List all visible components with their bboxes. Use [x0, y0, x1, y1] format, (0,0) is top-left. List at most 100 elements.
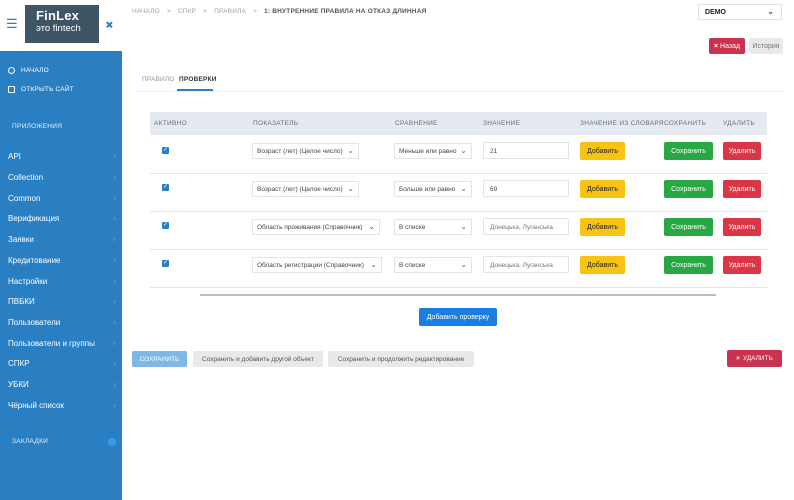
row-save-button[interactable]: Сохранить: [664, 142, 713, 160]
dict-add-button[interactable]: Добавить: [580, 256, 625, 274]
add-check-button[interactable]: Добавить проверку: [419, 308, 497, 326]
save-and-continue-button[interactable]: Сохранить и продолжить редактирование: [328, 351, 474, 367]
chevron-right-icon: ›: [113, 358, 116, 368]
tabs-divider: [136, 91, 784, 92]
breadcrumb-home[interactable]: НАЧАЛО: [132, 8, 160, 15]
sidebar-item-users-groups[interactable]: Пользователи и группы ›: [8, 338, 116, 348]
indicator-select[interactable]: Область регистрации (Справочник) ⌄: [252, 257, 382, 273]
sidebar-item-applications[interactable]: Заявки ›: [8, 234, 116, 244]
history-button[interactable]: История: [749, 38, 783, 54]
column-header-value: ЗНАЧЕНИЕ: [483, 120, 521, 127]
chevron-right-icon: ›: [113, 213, 116, 223]
chevron-right-icon: ›: [113, 276, 116, 286]
sidebar-section-apps: ПРИЛОЖЕНИЯ: [12, 123, 63, 130]
indicator-select-value: Возраст (лет) (Целое число): [257, 186, 343, 193]
save-and-add-button[interactable]: Сохранить и добавить другой объект: [193, 351, 323, 367]
row-save-button[interactable]: Сохранить: [664, 256, 713, 274]
indicator-select[interactable]: Возраст (лет) (Целое число) ⌄: [252, 143, 359, 159]
sidebar-item-label: Заявки: [8, 234, 34, 244]
tab-rule[interactable]: ПРАВИЛО: [142, 76, 175, 83]
value-input[interactable]: 69: [483, 180, 569, 197]
pin-icon[interactable]: ✚: [103, 19, 117, 33]
row-save-button[interactable]: Сохранить: [664, 180, 713, 198]
submit-save-button[interactable]: СОХРАНИТЬ: [132, 351, 187, 367]
row-delete-button[interactable]: Удалить: [723, 142, 761, 160]
sidebar-link-home[interactable]: НАЧАЛО: [8, 67, 49, 74]
environment-select[interactable]: DEMO ⌄: [698, 4, 782, 20]
comparison-select[interactable]: Меньше или равно ⌄: [394, 143, 472, 159]
horizontal-scrollbar[interactable]: [200, 294, 716, 296]
delete-object-button[interactable]: × УДАЛИТЬ: [727, 350, 782, 367]
sidebar-item-label: ПВБКИ: [8, 296, 35, 306]
dict-add-button[interactable]: Добавить: [580, 142, 625, 160]
sidebar-item-lending[interactable]: Кредитование ›: [8, 255, 116, 265]
active-checkbox[interactable]: ✓: [162, 184, 169, 191]
breadcrumb-separator: >: [203, 8, 208, 15]
sidebar-item-label: СПКР: [8, 358, 30, 368]
back-button-label: Назад: [720, 42, 741, 50]
sidebar-item-verification[interactable]: Верификация ›: [8, 213, 116, 223]
bookmarks-toggle-icon[interactable]: [108, 438, 116, 446]
sidebar-item-pvbki[interactable]: ПВБКИ ›: [8, 296, 116, 306]
chevron-down-icon: ⌄: [368, 222, 375, 231]
hamburger-menu-icon[interactable]: ☰: [6, 17, 18, 30]
comparison-select[interactable]: Больше или равно ⌄: [394, 181, 472, 197]
chevron-right-icon: ›: [113, 317, 116, 327]
breadcrumb: НАЧАЛО > СПКР > ПРАВИЛА > 1: ВНУТРЕННИЕ …: [132, 8, 426, 15]
row-save-button[interactable]: Сохранить: [664, 218, 713, 236]
sidebar-item-common[interactable]: Common ›: [8, 193, 116, 203]
active-checkbox[interactable]: ✓: [162, 147, 169, 154]
sidebar-item-settings[interactable]: Настройки ›: [8, 276, 116, 286]
comparison-select[interactable]: В списке ⌄: [394, 219, 472, 235]
sidebar-item-spkr[interactable]: СПКР ›: [8, 358, 116, 368]
sidebar-item-users[interactable]: Пользователи ›: [8, 317, 116, 327]
value-input[interactable]: Донецька, Луганська: [483, 218, 569, 235]
chevron-down-icon: ⌄: [460, 260, 467, 269]
value-input[interactable]: Донецька, Луганська: [483, 256, 569, 273]
row-delete-button[interactable]: Удалить: [723, 180, 761, 198]
row-divider: [150, 249, 767, 250]
chevron-right-icon: ›: [113, 296, 116, 306]
comparison-select-value: В списке: [399, 262, 426, 269]
chevron-right-icon: ›: [113, 172, 116, 182]
sidebar-item-blacklist[interactable]: Чёрный список ›: [8, 400, 116, 410]
breadcrumb-current: 1: ВНУТРЕННИЕ ПРАВИЛА НА ОТКАЗ ДЛИННАЯ: [264, 8, 427, 15]
row-delete-button[interactable]: Удалить: [723, 218, 761, 236]
logo[interactable]: FinLex это fintech: [25, 5, 99, 43]
close-icon: ×: [736, 355, 740, 362]
sidebar-item-ubki[interactable]: УБКИ ›: [8, 379, 116, 389]
dict-add-button[interactable]: Добавить: [580, 218, 625, 236]
column-header-indicator: ПОКАЗАТЕЛЬ: [253, 120, 299, 127]
breadcrumb-separator: >: [166, 8, 171, 15]
logo-main-text: FinLex: [36, 8, 80, 23]
indicator-select[interactable]: Возраст (лет) (Целое число) ⌄: [252, 181, 359, 197]
indicator-select-value: Область регистрации (Справочник): [257, 262, 364, 269]
delete-object-label: УДАЛИТЬ: [742, 355, 773, 362]
comparison-select[interactable]: В списке ⌄: [394, 257, 472, 273]
column-header-dict-value: ЗНАЧЕНИЕ ИЗ СЛОВАРЯ: [580, 120, 664, 127]
row-divider: [150, 211, 767, 212]
value-input[interactable]: 21: [483, 142, 569, 159]
tab-checks[interactable]: ПРОВЕРКИ: [179, 76, 217, 83]
environment-select-value: DEMO: [705, 9, 726, 16]
active-checkbox[interactable]: ✓: [162, 260, 169, 267]
breadcrumb-rules[interactable]: ПРАВИЛА: [214, 8, 246, 15]
active-checkbox[interactable]: ✓: [162, 222, 169, 229]
indicator-select-value: Возраст (лет) (Целое число): [257, 148, 343, 155]
indicator-select[interactable]: Область проживания (Справочник) ⌄: [252, 219, 380, 235]
breadcrumb-spkr[interactable]: СПКР: [178, 8, 196, 15]
sidebar-item-label: Пользователи и группы: [8, 338, 95, 348]
row-delete-button[interactable]: Удалить: [723, 256, 761, 274]
sidebar-item-collection[interactable]: Collection ›: [8, 172, 116, 182]
sidebar-item-api[interactable]: API ›: [8, 151, 116, 161]
circle-icon: [8, 67, 15, 74]
dict-add-button[interactable]: Добавить: [580, 180, 625, 198]
sidebar-item-label: Пользователи: [8, 317, 61, 327]
sidebar-item-label: УБКИ: [8, 379, 29, 389]
sidebar-item-label: Common: [8, 193, 41, 203]
column-header-active: АКТИВНО: [154, 120, 187, 127]
chevron-right-icon: ›: [113, 193, 116, 203]
column-header-save: СОХРАНИТЬ: [664, 120, 707, 127]
sidebar-link-open-site[interactable]: ОТКРЫТЬ САЙТ: [8, 86, 74, 93]
back-button[interactable]: × Назад: [709, 38, 745, 54]
